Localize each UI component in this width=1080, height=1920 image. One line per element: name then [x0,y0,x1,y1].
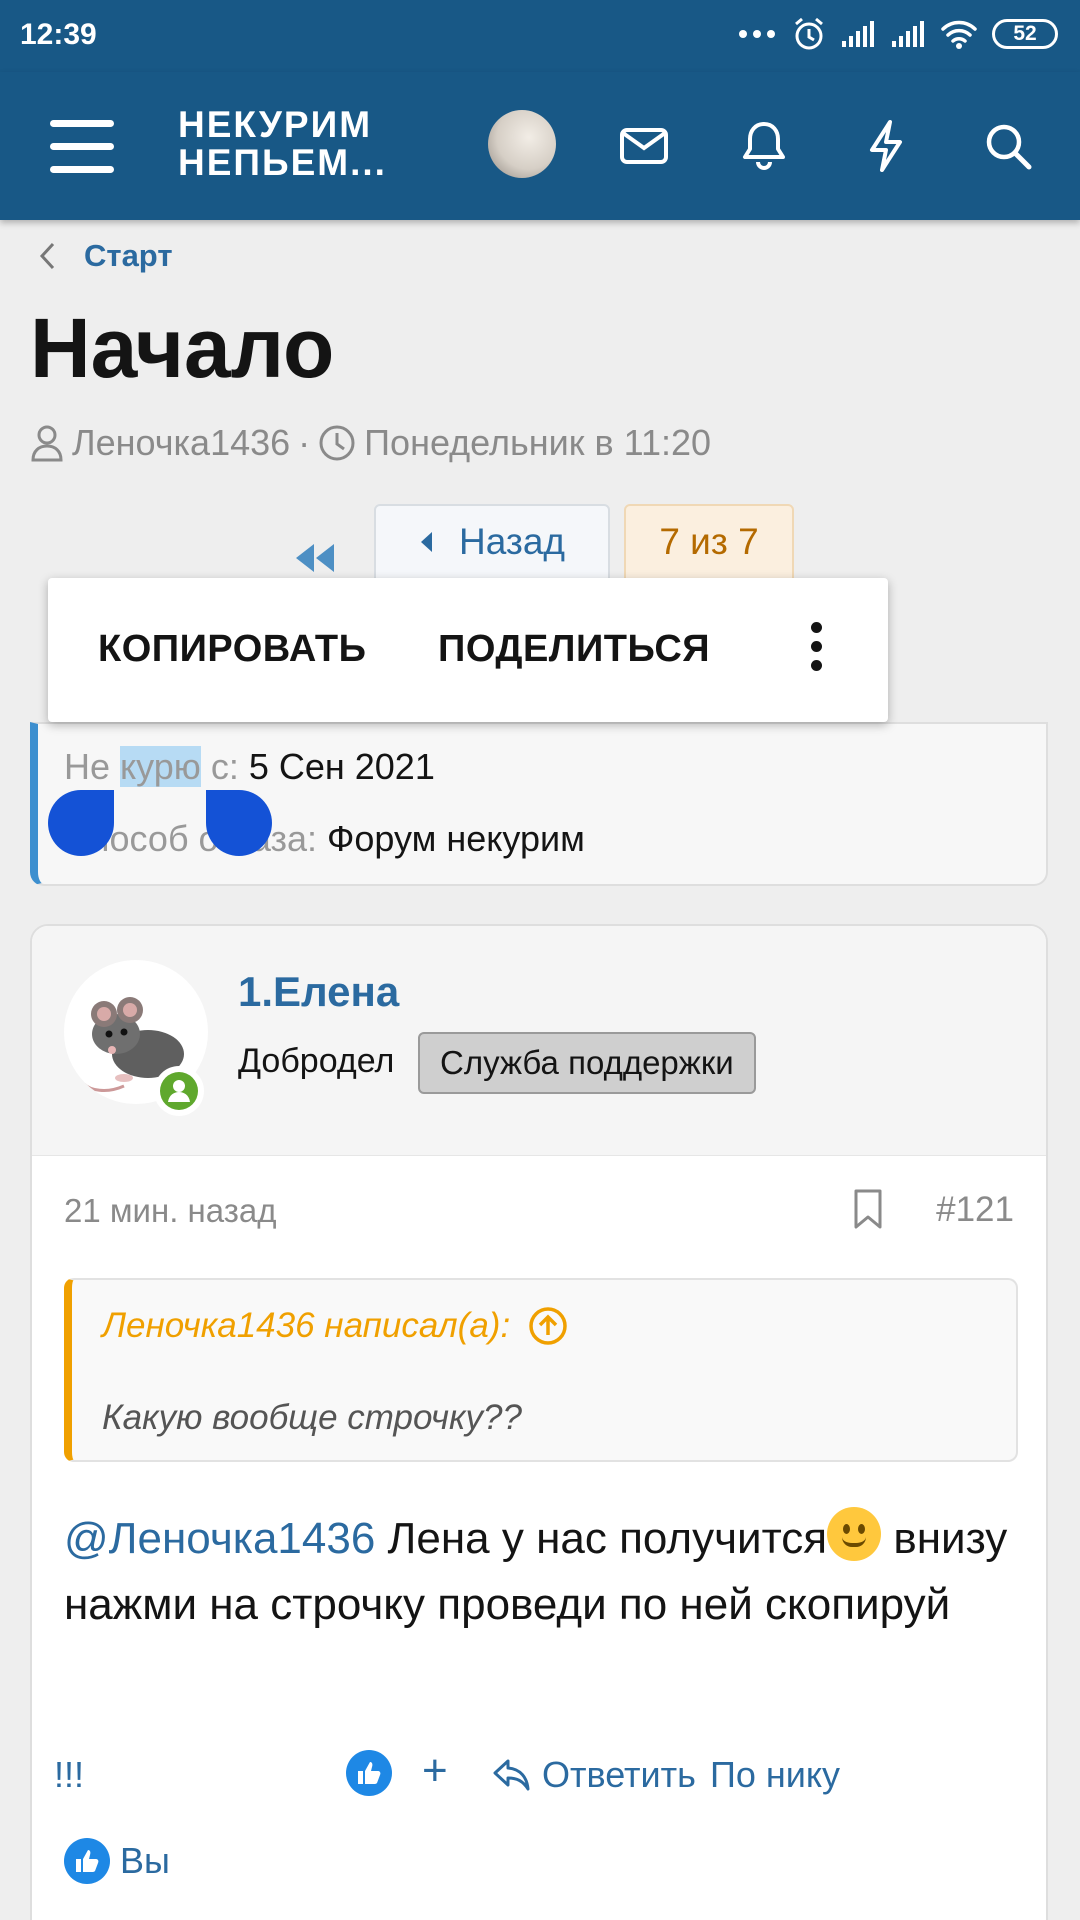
bell-icon[interactable] [734,116,794,176]
thread-meta: Леночка1436 · Понедельник в 11:20 [30,422,711,464]
selection-handle-start[interactable] [48,790,114,856]
pager-prev-button[interactable]: Назад [374,504,610,580]
pager-current[interactable]: 7 из 7 [624,504,794,580]
reaction-like-icon [64,1838,110,1884]
reactions-bar[interactable]: Вы [64,1838,170,1884]
quit-method-value: Форум некурим [326,818,585,859]
add-reaction-button[interactable]: + [422,1746,448,1796]
quit-date-label-before: Не [64,746,121,787]
wifi-icon [941,20,977,49]
quote-block: Леночка1436 написал(а): Какую вообще стр… [64,1278,1018,1462]
reply-button[interactable]: Ответить [492,1754,696,1796]
reply-icon [493,1759,530,1791]
selection-handle-end[interactable] [206,790,272,856]
status-icons: 52 [738,16,1058,52]
site-logo[interactable]: НЕКУРИМ НЕПЬЕМ... [178,106,387,182]
breadcrumb: Старт [38,238,173,274]
post-actions: !!! + Ответить По нику [32,1736,1046,1816]
copy-button[interactable]: КОПИРОВАТЬ [98,628,366,671]
reply-label: Ответить [542,1754,696,1795]
thumbs-up-icon [346,1750,392,1796]
mail-icon[interactable] [614,116,674,176]
quote-author-text: Леночка1436 написал(а): [102,1306,511,1345]
thread-date[interactable]: Понедельник в 11:20 [364,422,711,464]
alarm-icon [795,17,823,50]
post-user-block: 1.Елена Добродел Служба поддержки [32,926,1046,1156]
reactions-label: Вы [120,1840,170,1881]
search-icon[interactable] [978,116,1038,176]
post-body: @Леночка1436 Лена у нас получится внизу … [64,1506,1024,1638]
quit-date-value: 5 Сен 2021 [248,746,435,787]
menu-icon[interactable] [50,120,114,174]
report-link[interactable]: !!! [54,1754,84,1796]
user-icon [31,425,63,462]
status-bar: 12:39 52 [0,0,1080,72]
selection-context-menu: КОПИРОВАТЬ ПОДЕЛИТЬСЯ [48,578,888,722]
lightning-icon[interactable] [856,116,916,176]
quote-author[interactable]: Леночка1436 написал(а): [102,1306,568,1346]
clock-icon [319,425,355,461]
post-text-part1: Лена у нас получится [375,1514,828,1563]
caret-left-icon [420,532,432,552]
post-date[interactable]: 21 мин. назад [64,1192,277,1230]
bookmark-icon[interactable] [852,1188,884,1230]
signal-2-icon [892,21,924,47]
smile-emoji-icon [827,1507,882,1561]
chevron-left-icon[interactable] [38,241,56,271]
quit-info-box: Не курю с: 5 Сен 2021 Способ отказа: Фор… [30,722,1048,886]
by-nick-button[interactable]: По нику [710,1754,840,1796]
like-button[interactable] [346,1750,392,1796]
logo-line-2: НЕПЬЕМ... [178,142,387,183]
status-time: 12:39 [20,18,97,51]
user-banner: Служба поддержки [418,1032,756,1094]
pager-prev-label: Назад [458,521,565,562]
arrow-up-circle-icon[interactable] [528,1306,568,1346]
user-mention[interactable]: @Леночка1436 [64,1514,375,1563]
app-header: НЕКУРИМ НЕПЬЕМ... [0,72,1080,220]
quit-method-row: Способ отказа: Форум некурим [64,818,585,860]
battery-indicator: 52 [992,19,1058,49]
post: 1.Елена Добродел Служба поддержки 21 мин… [30,924,1048,1920]
meta-separator: · [298,422,311,463]
user-title: Добродел [238,1042,395,1080]
quote-text: Какую вообще строчку?? [102,1398,522,1437]
online-status-icon [154,1066,204,1116]
quit-date-label-after: с: [200,746,249,787]
post-username[interactable]: 1.Елена [238,968,399,1016]
account-avatar[interactable] [488,110,556,178]
page-title: Начало [30,301,335,395]
signal-1-icon [842,21,874,47]
share-button[interactable]: ПОДЕЛИТЬСЯ [438,628,710,671]
more-vert-icon[interactable] [804,616,828,686]
thread-author[interactable]: Леночка1436 [72,422,290,464]
logo-line-1: НЕКУРИМ [178,104,373,145]
breadcrumb-link[interactable]: Старт [84,238,173,274]
selected-text[interactable]: курю [120,746,201,787]
quit-date-row: Не курю с: 5 Сен 2021 [64,746,435,788]
post-number[interactable]: #121 [936,1190,1014,1230]
more-notifications-icon [739,30,775,38]
